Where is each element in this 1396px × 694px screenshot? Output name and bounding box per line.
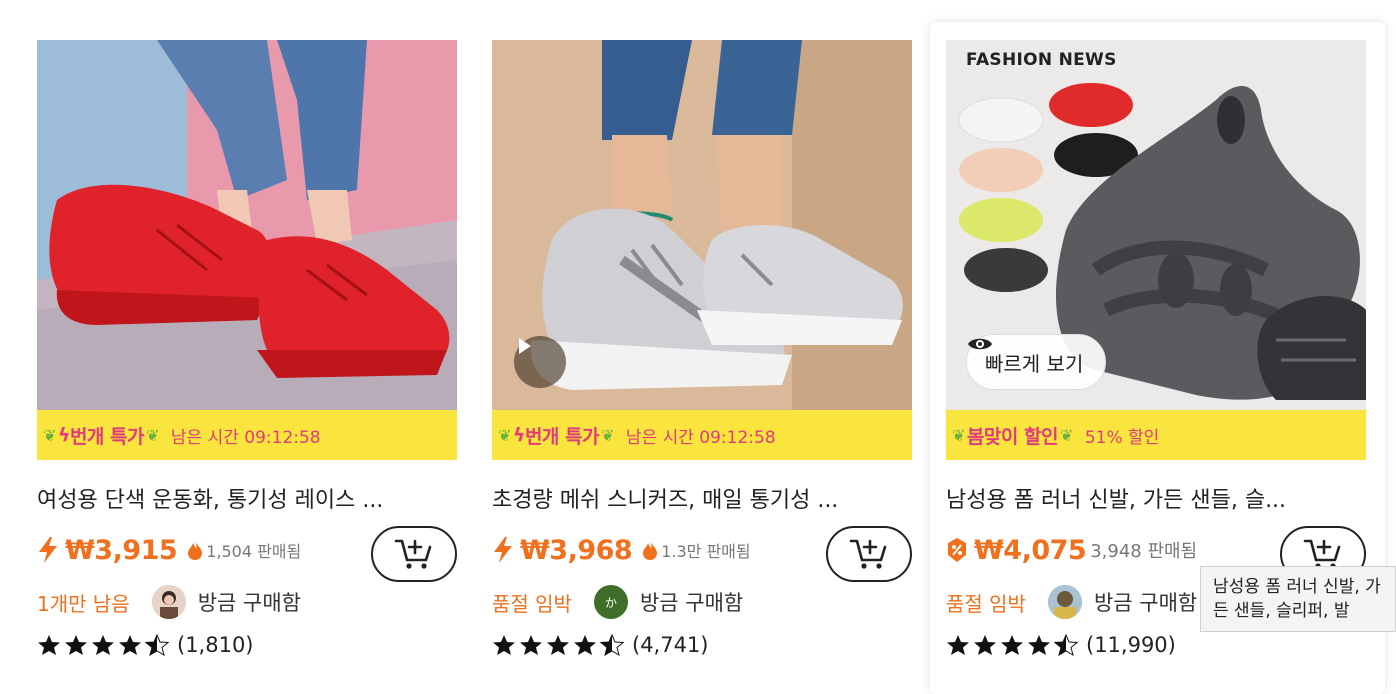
avatar: か bbox=[593, 585, 628, 619]
rating: (11,990) bbox=[946, 630, 1366, 660]
product-image-grey-mesh-sneakers[interactable] bbox=[492, 40, 912, 410]
product-image-foam-runner[interactable]: FASHION NEWS 빠르게 보기 bbox=[946, 40, 1366, 410]
recent-purchase-label: 방금 구매함 bbox=[197, 591, 301, 615]
star-rating bbox=[37, 634, 169, 656]
promo-discount: 51% 할인 bbox=[1084, 427, 1160, 448]
add-to-cart-button[interactable] bbox=[371, 526, 457, 582]
product-price: ₩3,968 bbox=[520, 534, 633, 566]
eye-icon bbox=[968, 338, 992, 350]
product-title[interactable]: 남성용 폼 러너 신발, 가든 샌들, 슬... bbox=[946, 482, 1356, 514]
star-full-icon bbox=[1001, 635, 1023, 655]
quick-view-button[interactable]: 빠르게 보기 bbox=[966, 334, 1107, 390]
product-price: ₩4,075 bbox=[974, 534, 1087, 566]
sold-count: 1,504 판매됨 bbox=[187, 538, 301, 562]
promo-tag: ❦ 봄맞이 할인 ❦ bbox=[950, 422, 1075, 449]
leaf-icon: ❦ bbox=[1059, 425, 1073, 445]
star-full-icon bbox=[119, 635, 141, 655]
star-half-icon bbox=[145, 634, 169, 656]
promo-tag: ❦ ϟ 번개 특가 ❦ bbox=[496, 422, 616, 449]
star-full-icon bbox=[493, 635, 515, 655]
stock-status: 1개만 남음 bbox=[37, 591, 130, 616]
title-tooltip: 남성용 폼 러너 신발, 가든 샌들, 슬리퍼, 발 bbox=[1200, 566, 1396, 632]
star-full-icon bbox=[974, 635, 996, 655]
add-to-cart-icon bbox=[394, 539, 432, 569]
review-count[interactable]: (11,990) bbox=[1086, 633, 1176, 657]
product-title[interactable]: 초경량 메쉬 스니커즈, 매일 통기성 ... bbox=[492, 482, 902, 514]
stock-status: 품절 임박 bbox=[492, 591, 572, 616]
lightning-icon bbox=[39, 537, 57, 563]
image-overlay-label: FASHION NEWS bbox=[966, 50, 1117, 70]
promo-tag-label: 번개 특가 bbox=[524, 425, 600, 448]
star-rating bbox=[492, 634, 624, 656]
leaf-icon: ❦ bbox=[498, 425, 511, 445]
recent-purchase-label: 방금 구매함 bbox=[1093, 591, 1198, 615]
star-rating bbox=[946, 634, 1078, 656]
stock-status: 품절 임박 bbox=[946, 591, 1026, 616]
play-icon bbox=[519, 338, 531, 354]
star-full-icon bbox=[520, 635, 542, 655]
sold-count: 1.3만 판매됨 bbox=[642, 538, 751, 562]
leaf-icon: ❦ bbox=[43, 425, 56, 445]
promo-countdown: 남은 시간 09:12:58 bbox=[625, 427, 776, 448]
star-full-icon bbox=[65, 635, 87, 655]
lightning-icon: ϟ bbox=[512, 424, 526, 446]
product-image-red-sneakers[interactable] bbox=[37, 40, 457, 410]
review-count[interactable]: (1,810) bbox=[177, 633, 254, 657]
product-card-1[interactable]: ❦ ϟ 번개 특가 ❦ 남은 시간 09:12:58 여성용 단색 운동화, 통… bbox=[21, 22, 477, 694]
star-full-icon bbox=[38, 635, 60, 655]
sold-count-label: 1,504 판매됨 bbox=[206, 542, 302, 561]
product-title[interactable]: 여성용 단색 운동화, 통기성 레이스 ... bbox=[37, 482, 447, 514]
add-to-cart-icon bbox=[849, 539, 887, 569]
promo-countdown: 남은 시간 09:12:58 bbox=[170, 427, 321, 448]
promo-tag: ❦ ϟ 번개 특가 ❦ bbox=[41, 422, 161, 449]
promo-tag-label: 봄맞이 할인 bbox=[966, 425, 1059, 448]
avatar-initial: か bbox=[604, 595, 617, 610]
sold-count-label: 1.3만 판매됨 bbox=[661, 542, 751, 561]
rating: (4,741) bbox=[492, 630, 912, 660]
product-price: ₩3,915 bbox=[65, 534, 178, 566]
promo-banner: ❦ 봄맞이 할인 ❦ 51% 할인 bbox=[946, 410, 1366, 460]
sold-count-label: 3,948 판매됨 bbox=[1090, 541, 1198, 562]
star-full-icon bbox=[1028, 635, 1050, 655]
lightning-icon bbox=[494, 537, 512, 563]
fire-icon bbox=[188, 540, 203, 560]
review-count[interactable]: (4,741) bbox=[632, 633, 709, 657]
play-video-button[interactable] bbox=[514, 336, 566, 388]
leaf-icon: ❦ bbox=[601, 425, 614, 445]
leaf-icon: ❦ bbox=[146, 425, 159, 445]
avatar bbox=[1047, 585, 1082, 619]
star-half-icon bbox=[600, 634, 624, 656]
promo-banner: ❦ ϟ 번개 특가 ❦ 남은 시간 09:12:58 bbox=[492, 410, 912, 460]
discount-tag-icon bbox=[948, 538, 966, 562]
star-full-icon bbox=[947, 635, 969, 655]
star-full-icon bbox=[574, 635, 596, 655]
fire-icon bbox=[643, 540, 658, 560]
sold-count: 3,948 판매됨 bbox=[1090, 537, 1197, 563]
lightning-icon: ϟ bbox=[57, 424, 71, 446]
add-to-cart-button[interactable] bbox=[826, 526, 912, 582]
promo-tag-label: 번개 특가 bbox=[69, 425, 145, 448]
star-full-icon bbox=[547, 635, 569, 655]
promo-banner: ❦ ϟ 번개 특가 ❦ 남은 시간 09:12:58 bbox=[37, 410, 457, 460]
star-full-icon bbox=[92, 635, 114, 655]
rating: (1,810) bbox=[37, 630, 457, 660]
star-half-icon bbox=[1054, 634, 1078, 656]
product-card-2[interactable]: ❦ ϟ 번개 특가 ❦ 남은 시간 09:12:58 초경량 메쉬 스니커즈, … bbox=[476, 22, 932, 694]
leaf-icon: ❦ bbox=[952, 425, 965, 445]
avatar bbox=[151, 585, 186, 619]
recent-purchase-label: 방금 구매함 bbox=[639, 591, 744, 615]
quick-view-label: 빠르게 보기 bbox=[985, 351, 1084, 376]
